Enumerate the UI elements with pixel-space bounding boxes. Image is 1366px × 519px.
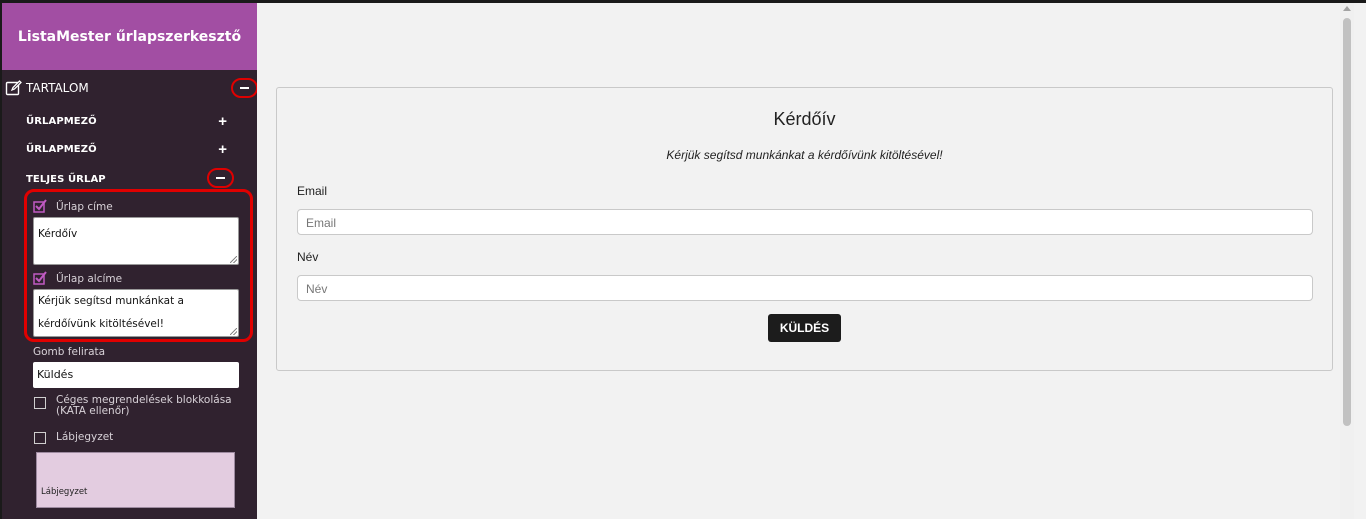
collapse-teljes-urlap-button[interactable] xyxy=(207,168,234,188)
company-block-label: Céges megrendelések blokkolása (KATA ell… xyxy=(56,394,232,417)
company-block-checkbox[interactable] xyxy=(34,397,46,409)
email-field[interactable]: Email xyxy=(297,209,1313,235)
form-title-label: Űrlap címe xyxy=(56,201,113,213)
preview-area: Kérdőív Kérjük segítsd munkánkat a kérdő… xyxy=(257,3,1354,519)
section-tartalom[interactable]: TARTALOM xyxy=(2,78,257,98)
footer-label: Lábjegyzet xyxy=(56,431,114,443)
form-title-checkbox[interactable] xyxy=(33,199,47,213)
sidebar-item-teljes-urlap[interactable]: TELJES ŰRLAP xyxy=(2,168,257,188)
resize-grip-icon[interactable] xyxy=(230,256,237,263)
scrollbar[interactable] xyxy=(1340,3,1354,519)
email-label: Email xyxy=(297,184,328,198)
button-caption-label: Gomb felirata xyxy=(33,346,106,358)
sidebar-item-label: ŰRLAPMEZŐ xyxy=(26,143,97,155)
sidebar-item-label: ŰRLAPMEZŐ xyxy=(26,115,97,127)
app-title: ListaMester űrlapszerkesztő xyxy=(2,3,257,70)
name-field[interactable]: Név xyxy=(297,275,1313,301)
plus-icon[interactable]: + xyxy=(218,114,227,129)
sidebar-item-urlapmezo-1[interactable]: ŰRLAPMEZŐ + xyxy=(2,112,257,130)
section-label: TARTALOM xyxy=(26,81,89,95)
name-label: Név xyxy=(297,250,319,264)
button-caption-input[interactable]: Küldés xyxy=(33,362,239,388)
form-subtitle: Kérjük segítsd munkánkat a kérdőívünk ki… xyxy=(666,148,943,162)
form-title-textarea[interactable]: Kérdőív xyxy=(33,217,239,265)
footer-textarea[interactable]: Lábjegyzet xyxy=(36,452,235,508)
form-subtitle-textarea[interactable]: Kérjük segítsd munkánkat a kérdőívünk ki… xyxy=(33,289,239,337)
plus-icon[interactable]: + xyxy=(218,142,227,157)
edit-icon xyxy=(5,79,22,95)
form-title: Kérdőív xyxy=(773,109,836,129)
collapse-section-button[interactable] xyxy=(231,78,257,98)
sidebar-item-label: TELJES ŰRLAP xyxy=(26,173,106,185)
form-preview-card: Kérdőív Kérjük segítsd munkánkat a kérdő… xyxy=(276,87,1333,371)
sidebar: ListaMester űrlapszerkesztő TARTALOM ŰRL… xyxy=(2,3,257,519)
form-subtitle-label: Űrlap alcíme xyxy=(56,273,123,285)
scroll-thumb[interactable] xyxy=(1343,18,1351,426)
resize-grip-icon[interactable] xyxy=(230,328,237,335)
form-subtitle-checkbox[interactable] xyxy=(33,271,47,285)
app-window: ListaMester űrlapszerkesztő TARTALOM ŰRL… xyxy=(0,0,1366,519)
scroll-up-icon[interactable] xyxy=(1343,6,1351,11)
minus-icon xyxy=(216,177,225,179)
sidebar-item-urlapmezo-2[interactable]: ŰRLAPMEZŐ + xyxy=(2,140,257,158)
footer-checkbox[interactable] xyxy=(34,432,46,444)
submit-button[interactable]: KÜLDÉS xyxy=(768,314,841,342)
minus-icon xyxy=(240,87,249,89)
